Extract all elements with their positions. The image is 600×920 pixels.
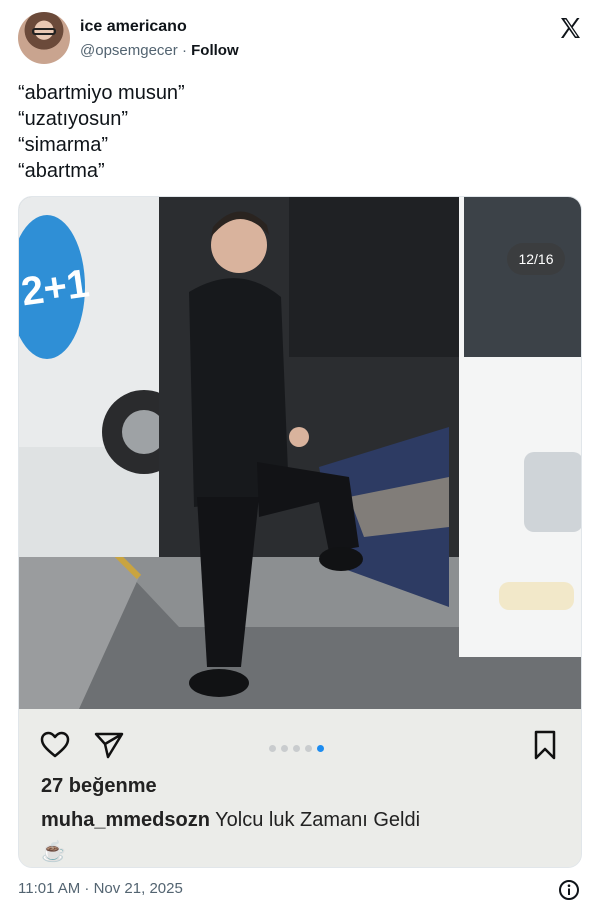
- author-handle-row: @opsemgecer · Follow: [80, 42, 239, 59]
- bus-sign-text: 2+1: [19, 261, 92, 314]
- carousel-dot: [305, 745, 312, 752]
- post-photo[interactable]: 2+1: [19, 197, 582, 709]
- carousel-dot: [281, 745, 288, 752]
- post-caption: muha_mmedsozn Yolcu luk Zamanı Geldi: [41, 809, 420, 832]
- separator-dot: ·: [181, 42, 187, 59]
- tweet-line: “simarma”: [18, 134, 108, 156]
- bookmark-icon[interactable]: [529, 729, 561, 761]
- carousel-dot: [269, 745, 276, 752]
- heart-icon[interactable]: [39, 729, 71, 761]
- info-icon[interactable]: [558, 879, 580, 901]
- glasses-detail: [32, 28, 56, 35]
- x-logo-icon[interactable]: [558, 16, 582, 40]
- instagram-footer: 27 beğenme muha_mmedsozn Yolcu luk Zaman…: [19, 709, 581, 867]
- author-name[interactable]: ice americano: [80, 18, 187, 36]
- tweet-header: ice americano @opsemgecer · Follow: [18, 12, 584, 68]
- media-card[interactable]: 2+1 12/16 27 beğenme muha_mmedsozn Yolcu…: [18, 196, 582, 868]
- tweet-text: “abartmiyo musun” “uzatıyosun” “simarma”…: [18, 80, 185, 184]
- likes-count: 27 beğenme: [41, 775, 157, 797]
- tweet-line: “abartmiyo musun”: [18, 82, 185, 104]
- caption-text: Yolcu luk Zamanı Geldi: [215, 809, 421, 831]
- coffee-emoji: ☕: [41, 841, 66, 863]
- carousel-dots: [269, 745, 324, 752]
- tweet-line: “abartma”: [18, 160, 105, 182]
- caption-username: muha_mmedsozn: [41, 809, 210, 831]
- author-handle[interactable]: @opsemgecer: [80, 42, 178, 59]
- image-counter-badge: 12/16: [507, 243, 565, 275]
- send-icon[interactable]: [93, 729, 125, 761]
- carousel-dot: [293, 745, 300, 752]
- tweet-timestamp[interactable]: 11:01 AM · Nov 21, 2025: [18, 880, 183, 897]
- avatar[interactable]: [18, 12, 70, 64]
- follow-link[interactable]: Follow: [191, 42, 239, 59]
- carousel-dot-active: [317, 745, 324, 752]
- tweet-line: “uzatıyosun”: [18, 108, 129, 130]
